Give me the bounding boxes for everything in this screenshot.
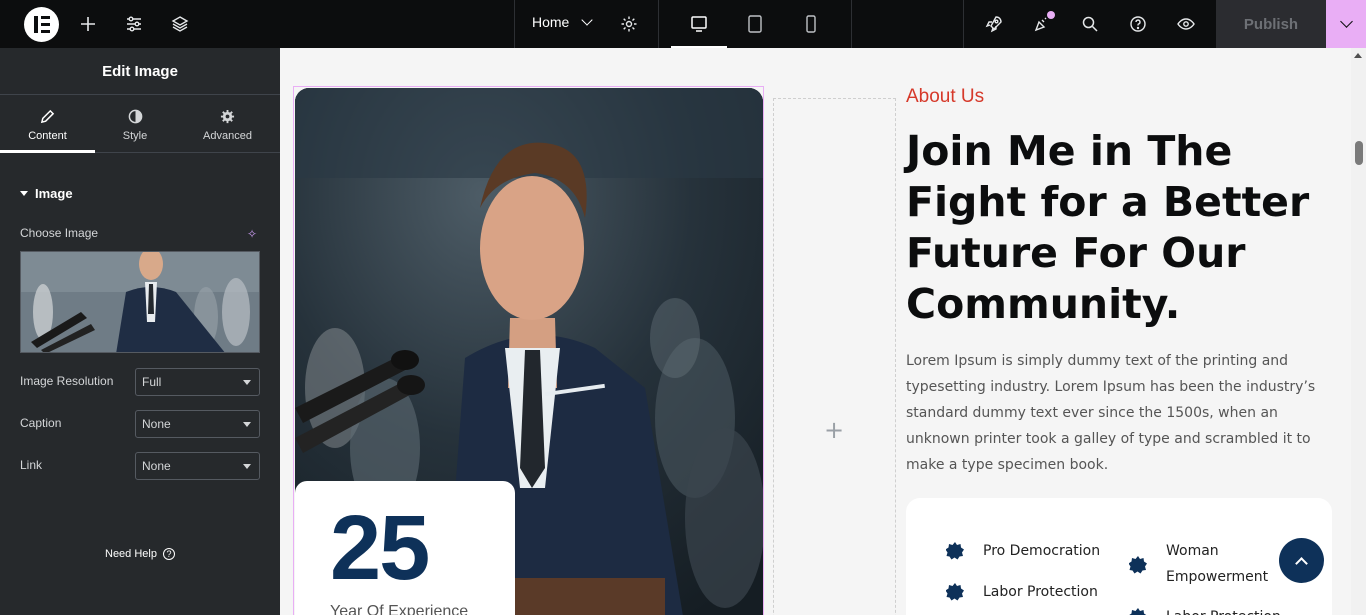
half-circle-icon: [128, 109, 142, 124]
feature-item: Pro Democration: [983, 543, 1101, 559]
badge-icon: [946, 542, 964, 560]
section-eyebrow: About Us: [906, 86, 985, 107]
link-select[interactable]: None: [135, 452, 260, 480]
divider: [514, 0, 515, 48]
empty-column[interactable]: [773, 98, 896, 615]
feature-item: Woman Empowerment: [1166, 543, 1269, 585]
help-icon[interactable]: [1126, 12, 1150, 36]
features-card: Pro Democration Labor Protection Woman E…: [906, 498, 1332, 615]
choose-image-label: Choose Image: [20, 226, 99, 240]
section-headline: Join Me in The Fight for a Better Future…: [906, 127, 1310, 328]
tab-style[interactable]: Style: [95, 96, 175, 153]
badge-icon: [1129, 556, 1147, 574]
scroll-up-arrow[interactable]: [1354, 53, 1362, 58]
caret-down-icon: [20, 191, 28, 196]
preview-eye-icon[interactable]: [1174, 12, 1198, 36]
rocket-icon[interactable]: [982, 12, 1006, 36]
ai-sparkle-icon[interactable]: ✧: [247, 227, 257, 241]
experience-number: 25: [330, 497, 430, 599]
page-name: Home: [532, 14, 570, 30]
publish-button[interactable]: Publish: [1216, 0, 1326, 48]
divider: [963, 0, 964, 48]
section-body-text: Lorem Ipsum is simply dummy text of the …: [906, 353, 1316, 473]
experience-label: Year Of Experience: [330, 603, 469, 615]
image-resolution-label: Image Resolution: [20, 374, 114, 388]
tab-label: Advanced: [203, 130, 252, 142]
chevron-up-icon: [1295, 556, 1308, 570]
panel-title: Edit Image: [0, 48, 280, 95]
editor-panel: Edit Image Content Style Advanced Image …: [0, 48, 280, 615]
scroll-to-top-button[interactable]: [1279, 538, 1324, 583]
elementor-logo-icon[interactable]: [24, 7, 59, 42]
thumbnail-photo: [21, 252, 259, 352]
tab-label: Content: [28, 130, 67, 142]
feature-item: Labor Protection: [1166, 604, 1281, 615]
image-resolution-select[interactable]: Full: [135, 368, 260, 396]
badge-icon: [1129, 608, 1147, 615]
scrollbar-thumb[interactable]: [1355, 141, 1363, 165]
image-section-toggle[interactable]: Image: [20, 186, 73, 201]
chevron-down-icon: [1339, 15, 1353, 28]
top-bar: Home Publish: [0, 0, 1366, 48]
gear-icon: [220, 109, 235, 124]
section-title: Image: [35, 186, 73, 201]
vertical-scrollbar[interactable]: [1351, 48, 1366, 615]
panel-tabs: Content Style Advanced: [0, 96, 280, 153]
need-help-label: Need Help: [105, 548, 157, 560]
tab-content[interactable]: Content: [0, 96, 95, 153]
mobile-icon[interactable]: [799, 12, 823, 36]
tablet-icon[interactable]: [743, 12, 767, 36]
whats-new-icon[interactable]: [1030, 11, 1055, 36]
structure-layers-icon[interactable]: [168, 12, 192, 36]
search-icon[interactable]: [1078, 12, 1102, 36]
pencil-icon: [40, 109, 55, 124]
feature-item: Labor Protection: [983, 584, 1098, 600]
caption-select[interactable]: None: [135, 410, 260, 438]
add-widget-plus-icon[interactable]: +: [824, 416, 844, 444]
publish-options-button[interactable]: [1326, 0, 1366, 48]
divider: [851, 0, 852, 48]
page-selector[interactable]: Home: [532, 14, 593, 30]
add-element-icon[interactable]: [76, 12, 100, 36]
image-thumbnail[interactable]: [20, 251, 260, 353]
question-circle-icon: ?: [162, 548, 175, 560]
notification-dot: [1047, 11, 1055, 19]
link-label: Link: [20, 458, 43, 472]
caption-label: Caption: [20, 416, 62, 430]
tab-advanced[interactable]: Advanced: [175, 96, 280, 153]
tab-label: Style: [122, 130, 148, 142]
desktop-icon[interactable]: [687, 12, 711, 36]
divider: [658, 0, 659, 48]
need-help-link[interactable]: Need Help?: [105, 548, 175, 560]
page-canvas: 25 Year Of Experience + About Us Join Me…: [280, 48, 1366, 615]
badge-icon: [946, 583, 964, 601]
chevron-down-icon: [581, 14, 593, 26]
page-settings-gear-icon[interactable]: [617, 12, 641, 36]
site-settings-sliders-icon[interactable]: [122, 12, 146, 36]
